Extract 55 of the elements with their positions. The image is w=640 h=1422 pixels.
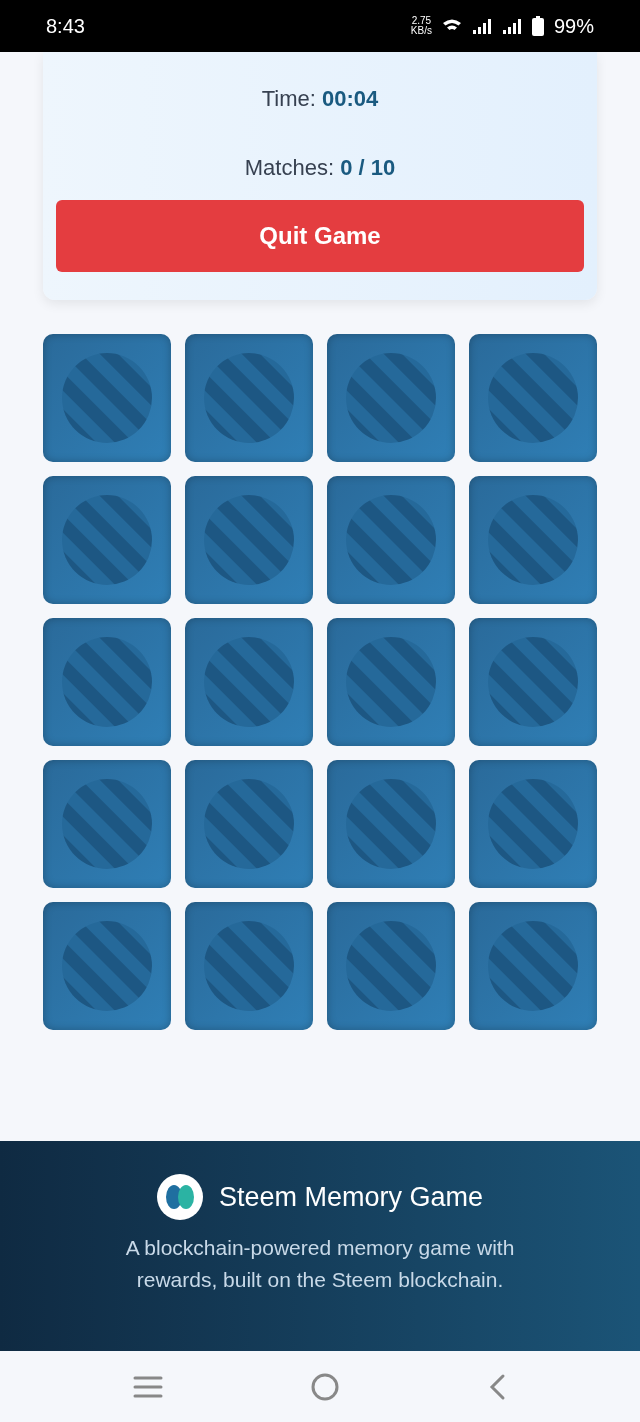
striped-circle-icon: [346, 637, 436, 727]
striped-circle-icon: [204, 921, 294, 1011]
memory-card[interactable]: [185, 334, 313, 462]
striped-circle-icon: [488, 637, 578, 727]
striped-circle-icon: [204, 353, 294, 443]
memory-card[interactable]: [185, 760, 313, 888]
striped-circle-icon: [204, 495, 294, 585]
striped-circle-icon: [62, 637, 152, 727]
speed-unit: KB/s: [410, 26, 432, 36]
memory-card[interactable]: [43, 760, 171, 888]
memory-card[interactable]: [327, 618, 455, 746]
striped-circle-icon: [346, 495, 436, 585]
memory-card[interactable]: [327, 902, 455, 1030]
brain-logo-icon: [156, 1174, 203, 1220]
memory-card[interactable]: [185, 618, 313, 746]
memory-card[interactable]: [327, 760, 455, 888]
memory-card[interactable]: [43, 334, 171, 462]
memory-card[interactable]: [469, 760, 597, 888]
striped-circle-icon: [346, 353, 436, 443]
memory-card[interactable]: [469, 902, 597, 1030]
signal-icon: [501, 18, 522, 34]
striped-circle-icon: [488, 353, 578, 443]
battery-percent: 99%: [553, 14, 594, 39]
network-speed: 2.75: [411, 16, 432, 26]
memory-card[interactable]: [43, 902, 171, 1030]
memory-card[interactable]: [185, 902, 313, 1030]
footer-title: Steem Memory Game: [218, 1180, 484, 1214]
striped-circle-icon: [488, 779, 578, 869]
striped-circle-icon: [488, 921, 578, 1011]
memory-card[interactable]: [327, 476, 455, 604]
memory-card[interactable]: [469, 476, 597, 604]
quit-game-button[interactable]: Quit Game: [56, 200, 584, 272]
striped-circle-icon: [346, 921, 436, 1011]
memory-card[interactable]: [185, 476, 313, 604]
memory-card[interactable]: [327, 334, 455, 462]
signal-icon: [471, 18, 492, 34]
striped-circle-icon: [62, 495, 152, 585]
striped-circle-icon: [204, 637, 294, 727]
battery-icon: [531, 16, 544, 36]
memory-card[interactable]: [43, 618, 171, 746]
striped-circle-icon: [488, 495, 578, 585]
home-icon[interactable]: [310, 1371, 340, 1402]
striped-circle-icon: [204, 779, 294, 869]
menu-icon[interactable]: [133, 1374, 164, 1399]
striped-circle-icon: [62, 353, 152, 443]
clock: 8:43: [46, 14, 85, 39]
memory-card[interactable]: [469, 334, 597, 462]
stat-text: Matches: 0 / 10: [244, 154, 396, 182]
striped-circle-icon: [62, 921, 152, 1011]
memory-card[interactable]: [469, 618, 597, 746]
striped-circle-icon: [346, 779, 436, 869]
stat-text: Time: 00:04: [261, 85, 379, 113]
striped-circle-icon: [62, 779, 152, 869]
memory-card[interactable]: [43, 476, 171, 604]
footer-description: A blockchain-powered memory game with rewards, built on the Steem blockchain.: [124, 1235, 516, 1293]
